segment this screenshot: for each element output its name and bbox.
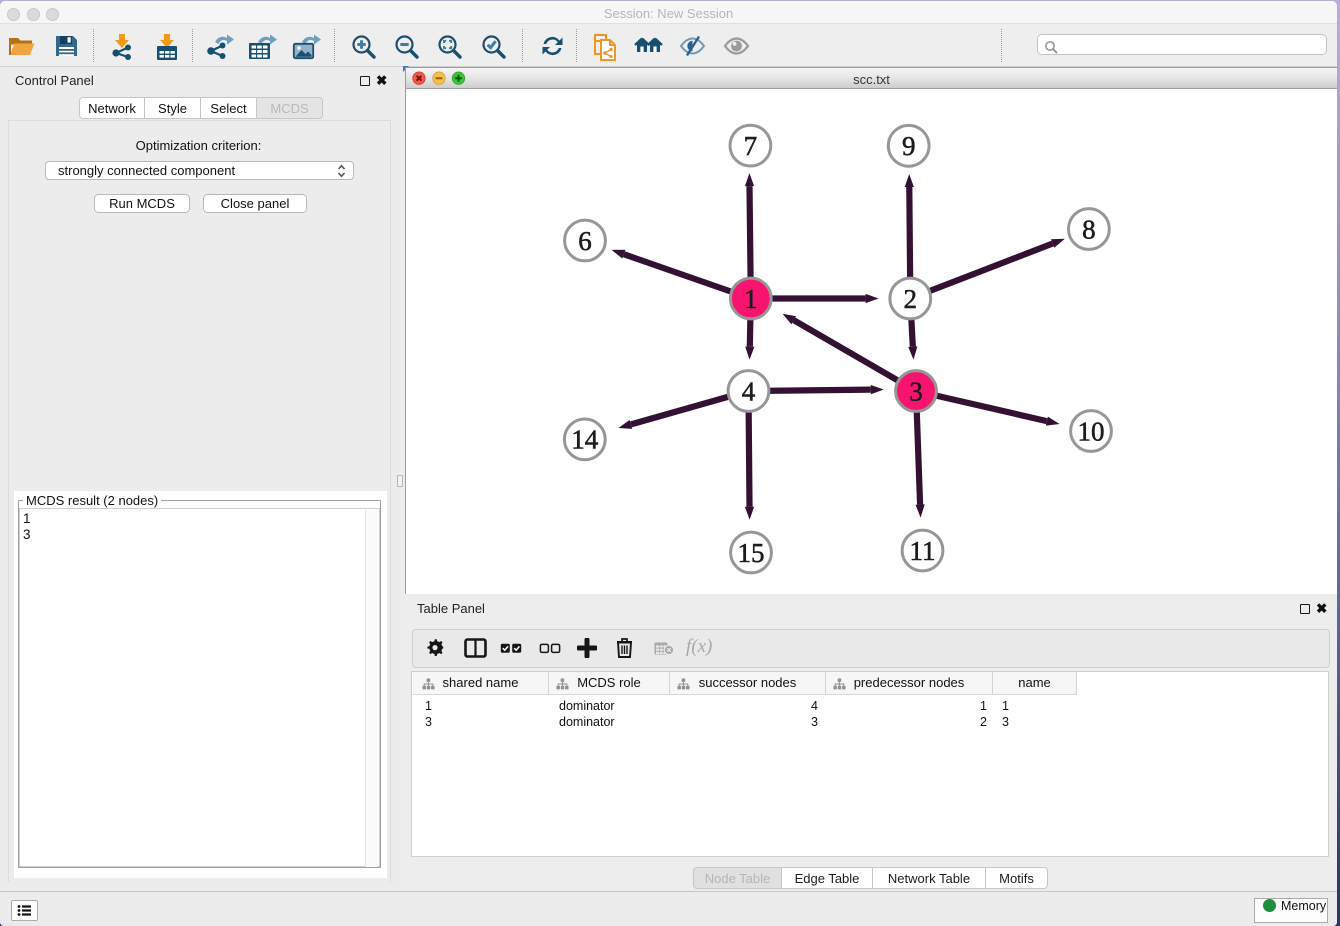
svg-text:8: 8 (1082, 214, 1096, 244)
svg-text:15: 15 (738, 538, 765, 568)
svg-text:7: 7 (744, 131, 758, 161)
svg-text:9: 9 (902, 131, 916, 161)
svg-text:6: 6 (578, 226, 592, 256)
svg-text:3: 3 (909, 376, 923, 406)
svg-text:2: 2 (904, 284, 918, 314)
svg-text:14: 14 (571, 425, 599, 455)
svg-text:10: 10 (1078, 416, 1105, 446)
svg-text:4: 4 (742, 376, 756, 406)
svg-text:11: 11 (910, 536, 936, 566)
svg-text:1: 1 (744, 284, 758, 314)
